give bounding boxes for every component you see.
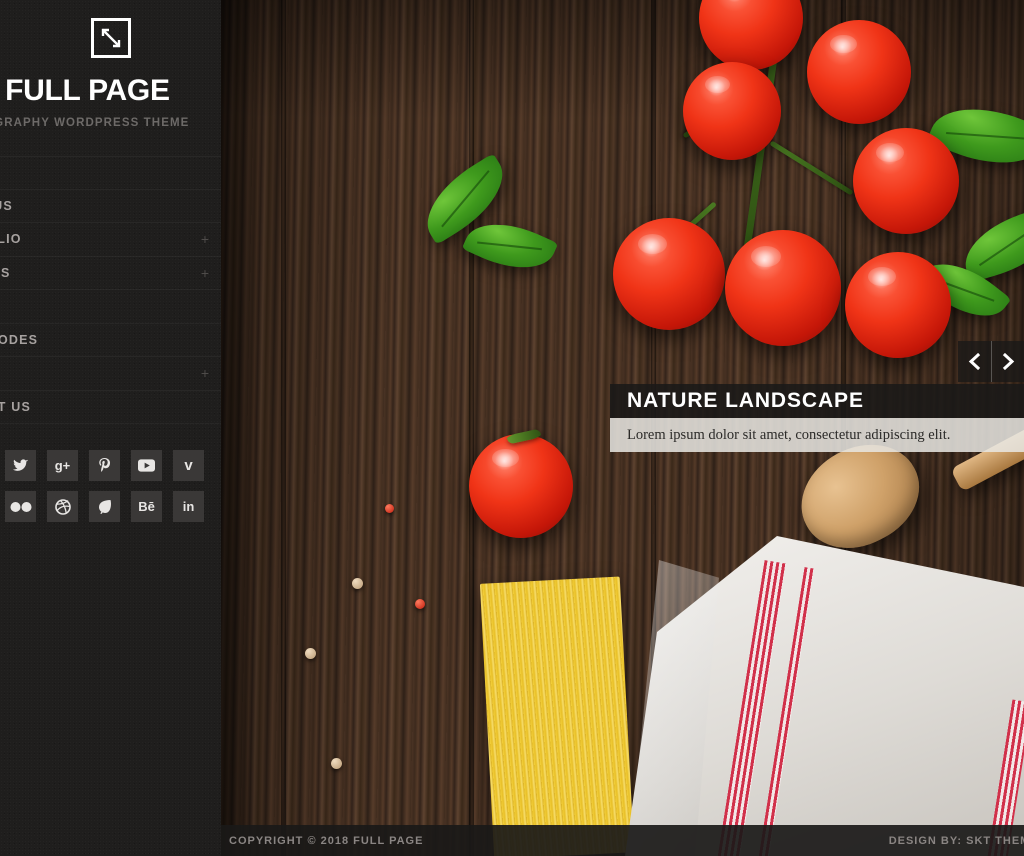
tomato bbox=[725, 230, 841, 346]
vimeo-glyph: v bbox=[184, 457, 193, 474]
pale-peppercorn bbox=[331, 758, 342, 769]
tomato bbox=[807, 20, 911, 124]
pinterest-icon[interactable] bbox=[89, 450, 120, 481]
menu-item-portfolio[interactable]: PORTFOLIO + bbox=[0, 223, 221, 257]
menu-item-contact-us[interactable]: CONTACT US bbox=[0, 391, 221, 424]
menu-item-label: CONTACT US bbox=[0, 399, 32, 414]
tomato bbox=[845, 252, 951, 358]
linkedin-glyph: in bbox=[182, 499, 195, 514]
menu-item-label: SERVICES bbox=[0, 265, 11, 280]
behance-icon[interactable]: Bē bbox=[131, 491, 162, 522]
menu-item-services[interactable]: SERVICES + bbox=[0, 257, 221, 290]
twitter-icon[interactable] bbox=[5, 450, 36, 481]
site-footer: COPYRIGHT © 2018 FULL PAGE DESIGN BY: SK… bbox=[221, 825, 1024, 856]
slide-title-text: NATURE LANDSCAPE bbox=[627, 389, 864, 412]
brand-tagline: PHOTOGRAPHY WORDPRESS THEME bbox=[0, 117, 190, 129]
social-row: g+ v bbox=[5, 450, 221, 481]
tomato bbox=[613, 218, 725, 330]
social-links: g+ v Bē in bbox=[0, 450, 221, 522]
vimeo-icon[interactable]: v bbox=[173, 450, 204, 481]
sidebar: SKT FULL PAGE PHOTOGRAPHY WORDPRESS THEM… bbox=[0, 0, 221, 856]
slider-next-arrow[interactable] bbox=[991, 341, 1024, 382]
footer-design-by: DESIGN BY: SKT THEMES bbox=[888, 834, 1024, 847]
submenu-expand-icon[interactable]: + bbox=[201, 232, 209, 246]
envato-leaf-icon[interactable] bbox=[89, 491, 120, 522]
menu-item-about-us[interactable]: ABOUT US bbox=[0, 190, 221, 223]
plank-seam bbox=[281, 0, 286, 856]
fullpage-slider: NATURE LANDSCAPE Lorem ipsum dolor sit a… bbox=[221, 0, 1024, 856]
google-plus-icon[interactable]: g+ bbox=[47, 450, 78, 481]
menu-item-pages[interactable]: PAGES + bbox=[0, 357, 221, 391]
spaghetti-bundle bbox=[479, 576, 635, 856]
red-peppercorn bbox=[415, 599, 425, 609]
slider-navigation bbox=[958, 341, 1024, 382]
slider-prev-arrow[interactable] bbox=[958, 341, 991, 382]
main-navigation: HOME ABOUT US PORTFOLIO + SERVICES + BLO… bbox=[0, 156, 221, 424]
tomato bbox=[853, 128, 959, 234]
tomato-single bbox=[469, 434, 573, 538]
menu-item-label: SHORTCODES bbox=[0, 332, 39, 347]
brand-block: SKT FULL PAGE PHOTOGRAPHY WORDPRESS THEM… bbox=[0, 0, 221, 129]
slide-caption-title: NATURE LANDSCAPE bbox=[610, 384, 1024, 418]
dribbble-icon[interactable] bbox=[47, 491, 78, 522]
expand-arrows-icon[interactable] bbox=[90, 18, 131, 58]
menu-item-home[interactable]: HOME bbox=[0, 156, 221, 190]
tomato bbox=[683, 62, 781, 160]
pale-peppercorn bbox=[305, 648, 316, 659]
google-plus-glyph: g+ bbox=[54, 458, 71, 473]
wood-left-shadow bbox=[221, 0, 261, 856]
brand-title[interactable]: SKT FULL PAGE bbox=[0, 76, 221, 106]
menu-item-shortcodes[interactable]: SHORTCODES bbox=[0, 324, 221, 357]
social-row: Bē in bbox=[5, 491, 221, 522]
red-peppercorn bbox=[385, 504, 394, 513]
behance-glyph: Bē bbox=[138, 499, 155, 514]
youtube-icon[interactable] bbox=[131, 450, 162, 481]
menu-item-label: ABOUT US bbox=[0, 198, 13, 213]
slide-caption-subtitle: Lorem ipsum dolor sit amet, consectetur … bbox=[610, 418, 1024, 452]
plank-seam bbox=[469, 0, 474, 856]
footer-copyright: COPYRIGHT © 2018 FULL PAGE bbox=[229, 834, 424, 847]
menu-item-label: PORTFOLIO bbox=[0, 232, 22, 247]
menu-item-blog[interactable]: BLOG bbox=[0, 290, 221, 324]
submenu-expand-icon[interactable]: + bbox=[201, 366, 209, 380]
slide-subtitle-text: Lorem ipsum dolor sit amet, consectetur … bbox=[627, 426, 951, 443]
pale-peppercorn bbox=[352, 578, 363, 589]
page-root: NATURE LANDSCAPE Lorem ipsum dolor sit a… bbox=[0, 0, 1024, 856]
submenu-expand-icon[interactable]: + bbox=[201, 266, 209, 280]
flickr-icon[interactable] bbox=[5, 491, 36, 522]
linkedin-icon[interactable]: in bbox=[173, 491, 204, 522]
